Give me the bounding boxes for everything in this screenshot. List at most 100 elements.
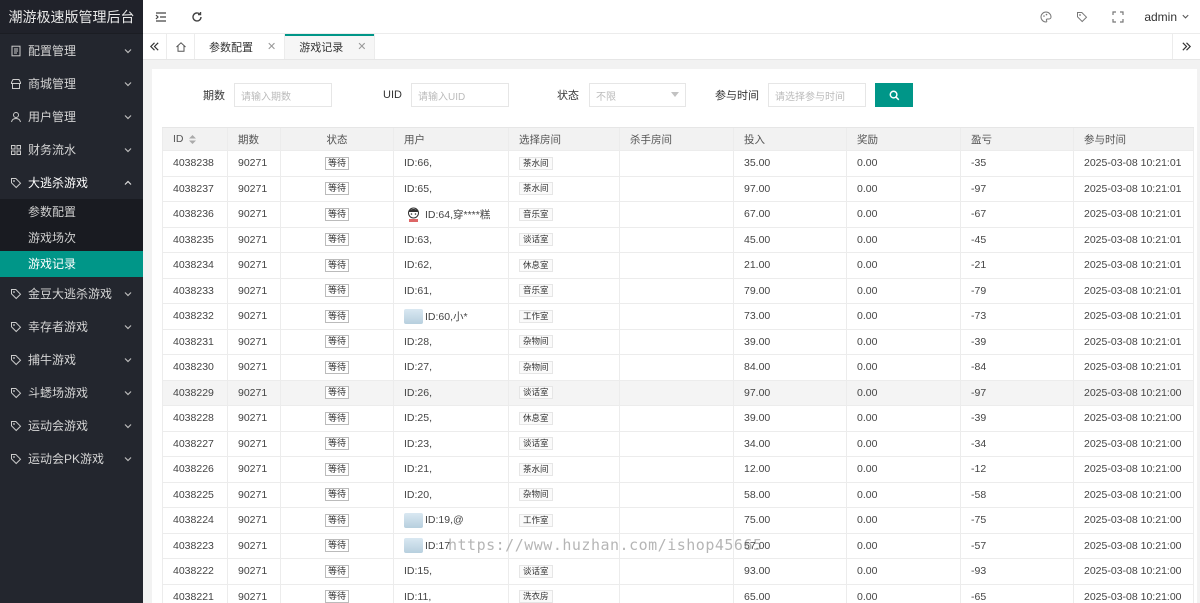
status-badge: 等待 xyxy=(324,335,349,349)
cell-profit: -21 xyxy=(961,253,1074,278)
home-tab[interactable] xyxy=(167,34,195,59)
sidebar-item-5[interactable]: 金豆大逃杀游戏 xyxy=(0,277,143,310)
sort-icon[interactable] xyxy=(188,134,196,144)
cell-killer-room xyxy=(620,380,734,405)
table-row[interactable]: 4038224 90271 等待 ID:19,@ 工作室 75.00 0.00 -75 2025… xyxy=(162,508,1194,534)
shop-icon xyxy=(10,78,22,90)
status-badge: 等待 xyxy=(324,488,349,502)
table-row[interactable]: 4038231 90271 等待 ID:28, 杂物间 39.00 0.00 -39 2025-… xyxy=(162,329,1194,355)
period-label: 期数 xyxy=(203,90,225,102)
fullscreen-button[interactable] xyxy=(1100,0,1136,34)
status-select[interactable]: 不限 xyxy=(589,83,686,107)
cell-user: ID:26, xyxy=(394,380,509,405)
table-row[interactable]: 4038227 90271 等待 ID:23, 谈话室 34.00 0.00 -34 2025-… xyxy=(162,431,1194,457)
sidebar-item-7[interactable]: 捕牛游戏 xyxy=(0,343,143,376)
cell-id: 4038231 xyxy=(162,329,228,354)
sidebar-item-9[interactable]: 运动会游戏 xyxy=(0,409,143,442)
tag-icon xyxy=(10,453,22,465)
chevron-down-icon xyxy=(123,454,133,464)
close-icon[interactable]: ✕ xyxy=(357,40,366,53)
cell-invest: 57.00 xyxy=(734,533,847,558)
main-content: 期数 请输入期数 UID 请输入UID 状态 不限 参与时间 请选择参与时间 I… xyxy=(152,69,1197,603)
room-badge: 音乐室 xyxy=(519,284,553,298)
avatar xyxy=(404,206,423,223)
sidebar-item-10[interactable]: 运动会PK游戏 xyxy=(0,442,143,475)
tabs-scroll-right-button[interactable] xyxy=(1172,34,1200,59)
status-label: 状态 xyxy=(557,90,579,102)
chevron-down-icon xyxy=(1182,14,1189,19)
sidebar-subitem-0[interactable]: 参数配置 xyxy=(0,199,143,225)
theme-button[interactable] xyxy=(1028,0,1064,34)
cell-profit: -93 xyxy=(961,559,1074,584)
table-row[interactable]: 4038228 90271 等待 ID:25, 休息室 39.00 0.00 -39 2025-… xyxy=(162,406,1194,432)
time-picker-input[interactable]: 请选择参与时间 xyxy=(768,83,866,107)
tag-button[interactable] xyxy=(1064,0,1100,34)
cell-reward: 0.00 xyxy=(847,329,961,354)
sidebar-item-6[interactable]: 幸存者游戏 xyxy=(0,310,143,343)
table-row[interactable]: 4038237 90271 等待 ID:65, 茶水间 97.00 0.00 -97 2025-… xyxy=(162,176,1194,202)
sidebar-item-8[interactable]: 斗蟋场游戏 xyxy=(0,376,143,409)
cell-killer-room xyxy=(620,355,734,380)
table-row[interactable]: 4038233 90271 等待 ID:61, 音乐室 79.00 0.00 -79 2025-… xyxy=(162,278,1194,304)
tab-0[interactable]: 参数配置 ✕ xyxy=(195,34,286,59)
table-row[interactable]: 4038221 90271 等待 ID:11, 洗衣房 65.00 0.00 -65 2025-… xyxy=(162,584,1194,603)
sidebar-item-0[interactable]: 配置管理 xyxy=(0,34,143,67)
uid-input[interactable]: 请输入UID xyxy=(411,83,509,107)
table-row[interactable]: 4038226 90271 等待 ID:21, 茶水间 12.00 0.00 -12 2025-… xyxy=(162,457,1194,483)
table-row[interactable]: 4038229 90271 等待 ID:26, 谈话室 97.00 0.00 -97 2025-… xyxy=(162,380,1194,406)
user-menu[interactable]: admin xyxy=(1136,10,1200,24)
room-badge: 工作室 xyxy=(519,309,553,323)
cell-reward: 0.00 xyxy=(847,253,961,278)
refresh-button[interactable] xyxy=(179,0,215,34)
search-button[interactable] xyxy=(875,83,913,107)
tag-icon xyxy=(10,354,22,366)
column-header: 状态 xyxy=(281,128,394,150)
sidebar-item-2[interactable]: 用户管理 xyxy=(0,100,143,133)
cell-time: 2025-03-08 10:21:01 xyxy=(1074,329,1194,354)
cell-period: 90271 xyxy=(228,278,281,303)
cell-room: 茶水间 xyxy=(509,151,620,176)
tag-icon xyxy=(10,321,22,333)
tabs-scroll-left-button[interactable] xyxy=(143,34,167,59)
room-badge: 谈话室 xyxy=(519,564,553,578)
cell-invest: 67.00 xyxy=(734,202,847,227)
app-title: 潮游极速版管理后台 xyxy=(0,0,143,34)
avatar xyxy=(404,308,423,324)
cell-invest: 75.00 xyxy=(734,508,847,533)
cell-reward: 0.00 xyxy=(847,355,961,380)
sidebar-item-1[interactable]: 商城管理 xyxy=(0,67,143,100)
cell-profit: -45 xyxy=(961,227,1074,252)
close-icon[interactable]: ✕ xyxy=(267,40,276,53)
cell-reward: 0.00 xyxy=(847,176,961,201)
cell-time: 2025-03-08 10:21:01 xyxy=(1074,304,1194,329)
cell-id: 4038235 xyxy=(162,227,228,252)
cell-period: 90271 xyxy=(228,227,281,252)
sidebar-item-label: 捕牛游戏 xyxy=(28,353,77,367)
table-row[interactable]: 4038232 90271 等待 ID:60,小* 工作室 73.00 0.00 -73 202… xyxy=(162,304,1194,330)
cell-time: 2025-03-08 10:21:00 xyxy=(1074,431,1194,456)
cell-killer-room xyxy=(620,533,734,558)
table-row[interactable]: 4038225 90271 等待 ID:20, 杂物间 58.00 0.00 -58 2025-… xyxy=(162,482,1194,508)
table-row[interactable]: 4038230 90271 等待 ID:27, 杂物间 84.00 0.00 -84 2025-… xyxy=(162,355,1194,381)
sidebar-item-4[interactable]: 大逃杀游戏 xyxy=(0,166,143,199)
cell-status: 等待 xyxy=(281,457,394,482)
cell-id: 4038228 xyxy=(162,406,228,431)
cell-id: 4038222 xyxy=(162,559,228,584)
table-row[interactable]: 4038238 90271 等待 ID:66, 茶水间 35.00 0.00 -35 2025-… xyxy=(162,151,1194,177)
column-header[interactable]: ID xyxy=(162,128,228,150)
tab-1[interactable]: 游戏记录 ✕ xyxy=(285,34,376,59)
table-row[interactable]: 4038236 90271 等待 ID:64,穿****糕 音乐室 67.00 0.00 -6… xyxy=(162,202,1194,228)
sidebar-subnav: 参数配置 游戏场次 游戏记录 xyxy=(0,199,143,277)
cell-reward: 0.00 xyxy=(847,278,961,303)
table-row[interactable]: 4038222 90271 等待 ID:15, 谈话室 93.00 0.00 -93 2025-… xyxy=(162,559,1194,585)
column-header: 用户 xyxy=(394,128,509,150)
room-badge: 茶水间 xyxy=(519,182,553,196)
sidebar-subitem-2[interactable]: 游戏记录 xyxy=(0,251,143,277)
table-row[interactable]: 4038234 90271 等待 ID:62, 休息室 21.00 0.00 -21 2025-… xyxy=(162,253,1194,279)
collapse-menu-button[interactable] xyxy=(143,0,179,34)
table-row[interactable]: 4038235 90271 等待 ID:63, 谈话室 45.00 0.00 -45 2025-… xyxy=(162,227,1194,253)
sidebar-item-3[interactable]: 财务流水 xyxy=(0,133,143,166)
period-input[interactable]: 请输入期数 xyxy=(234,83,332,107)
table-row[interactable]: 4038223 90271 等待 ID:17 57.00 0.00 -57 2025-03-0… xyxy=(162,533,1194,559)
sidebar-subitem-1[interactable]: 游戏场次 xyxy=(0,225,143,251)
